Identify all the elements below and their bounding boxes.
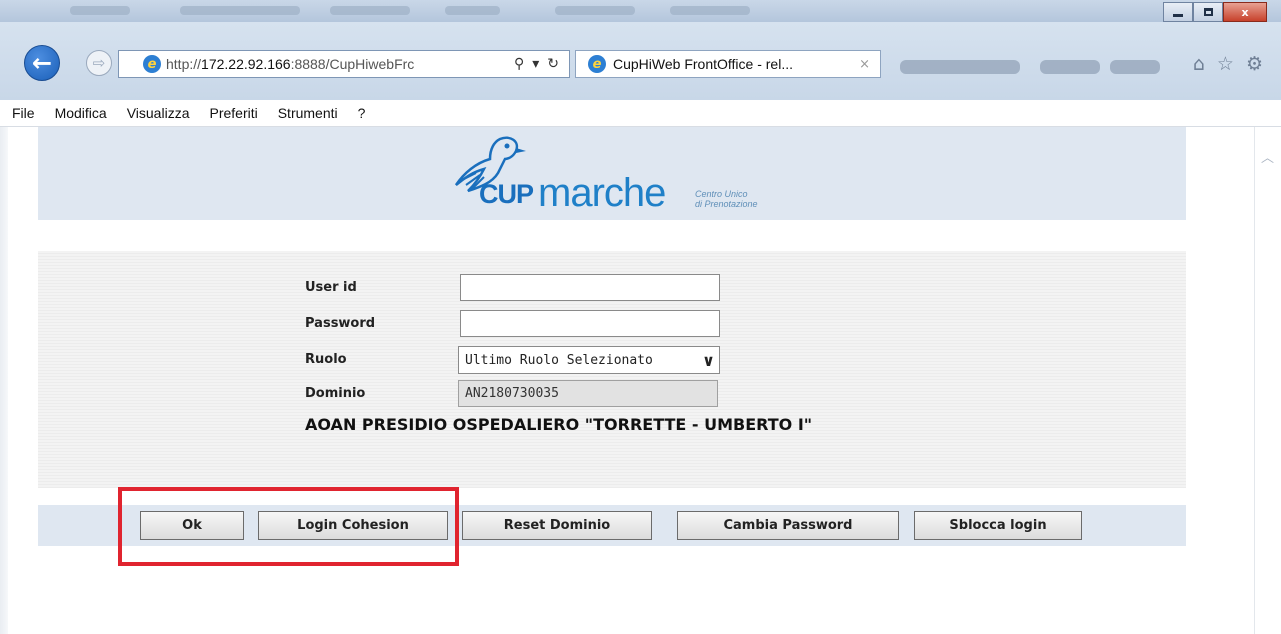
menu-item-help[interactable]: ? xyxy=(358,105,366,121)
menu-item-preferiti[interactable]: Preferiti xyxy=(209,105,257,121)
blurred-title-text xyxy=(670,6,750,15)
minimize-icon xyxy=(1173,13,1183,17)
menu-bar: File Modifica Visualizza Preferiti Strum… xyxy=(0,100,1281,127)
change-password-button[interactable]: Cambia Password xyxy=(677,511,899,540)
favorites-star-icon[interactable]: ☆ xyxy=(1217,53,1234,75)
blurred-title-text xyxy=(555,6,635,15)
forward-arrow-icon: ⇨ xyxy=(92,54,106,72)
facility-name: AOAN PRESIDIO OSPEDALIERO "TORRETTE - UM… xyxy=(305,415,813,434)
url-scheme: http:// xyxy=(166,56,202,72)
close-window-button[interactable]: x xyxy=(1223,2,1267,22)
browser-tab-active[interactable]: e CupHiWeb FrontOffice - rel... × xyxy=(575,50,881,78)
role-label: Ruolo xyxy=(305,352,347,367)
tab-close-icon[interactable]: × xyxy=(859,57,870,72)
user-id-label: User id xyxy=(305,280,357,295)
user-id-input[interactable] xyxy=(460,274,720,301)
menu-item-visualizza[interactable]: Visualizza xyxy=(127,105,190,121)
chevron-down-icon: ∨ xyxy=(702,350,715,370)
url-host: 172.22.92.166 xyxy=(201,56,291,72)
left-window-edge xyxy=(0,127,8,634)
menu-item-file[interactable]: File xyxy=(12,105,35,121)
back-button[interactable]: ← xyxy=(24,45,60,81)
vertical-scrollbar[interactable]: ︿ xyxy=(1254,127,1281,634)
menu-item-strumenti[interactable]: Strumenti xyxy=(278,105,338,121)
red-highlight-box xyxy=(118,487,459,566)
url-path: :8888/CupHiwebFrc xyxy=(290,56,415,72)
domain-field: AN2180730035 xyxy=(458,380,718,407)
unlock-login-button[interactable]: Sblocca login xyxy=(914,511,1082,540)
back-arrow-icon: ← xyxy=(31,49,53,77)
blurred-tab xyxy=(1110,60,1160,74)
maximize-icon xyxy=(1203,8,1213,16)
blurred-title-text xyxy=(70,6,130,15)
blurred-tab xyxy=(1040,60,1100,74)
window-controls: x xyxy=(1163,2,1267,22)
menu-item-modifica[interactable]: Modifica xyxy=(55,105,107,121)
window-titlebar: x xyxy=(0,0,1281,22)
address-tools: ⚲ ▾ ↻ xyxy=(514,56,559,72)
logo-marche-text: marche xyxy=(538,171,666,215)
cupmarche-logo: CUP marche Centro Unico di Prenotazione xyxy=(450,133,810,218)
reset-domain-button[interactable]: Reset Dominio xyxy=(462,511,652,540)
close-icon: x xyxy=(1241,5,1249,19)
blurred-tab xyxy=(900,60,1020,74)
minimize-button[interactable] xyxy=(1163,2,1193,22)
domain-label: Dominio xyxy=(305,386,366,401)
ie-tab-icon: e xyxy=(588,55,606,73)
refresh-icon[interactable]: ↻ xyxy=(547,56,559,72)
logo-subtitle: Centro Unico di Prenotazione xyxy=(695,189,758,209)
address-url[interactable]: http://172.22.92.166:8888/CupHiwebFrc xyxy=(166,56,486,72)
logo-subtitle-line1: Centro Unico xyxy=(695,189,748,199)
ie-page-icon: e xyxy=(143,55,161,73)
blurred-title-text xyxy=(445,6,500,15)
address-bar[interactable]: e http://172.22.92.166:8888/CupHiwebFrc … xyxy=(118,50,570,78)
search-icon[interactable]: ⚲ xyxy=(514,56,524,72)
role-selected-value: Ultimo Ruolo Selezionato xyxy=(465,352,653,368)
password-label: Password xyxy=(305,316,376,331)
role-select[interactable]: Ultimo Ruolo Selezionato ∨ xyxy=(458,346,720,374)
blurred-title-text xyxy=(330,6,410,15)
dropdown-icon[interactable]: ▾ xyxy=(532,56,539,72)
scroll-up-icon[interactable]: ︿ xyxy=(1261,147,1274,166)
logo-cup-text: CUP xyxy=(479,179,534,209)
toolbar-icons: ⌂ ☆ ⚙ xyxy=(1193,53,1263,75)
header-banner: CUP marche Centro Unico di Prenotazione xyxy=(38,127,1186,220)
forward-button[interactable]: ⇨ xyxy=(86,50,112,76)
maximize-button[interactable] xyxy=(1193,2,1223,22)
home-icon[interactable]: ⌂ xyxy=(1193,53,1205,75)
logo-subtitle-line2: di Prenotazione xyxy=(695,199,758,209)
password-input[interactable] xyxy=(460,310,720,337)
blurred-title-text xyxy=(180,6,300,15)
tab-title: CupHiWeb FrontOffice - rel... xyxy=(613,56,793,72)
gear-icon[interactable]: ⚙ xyxy=(1246,53,1263,75)
